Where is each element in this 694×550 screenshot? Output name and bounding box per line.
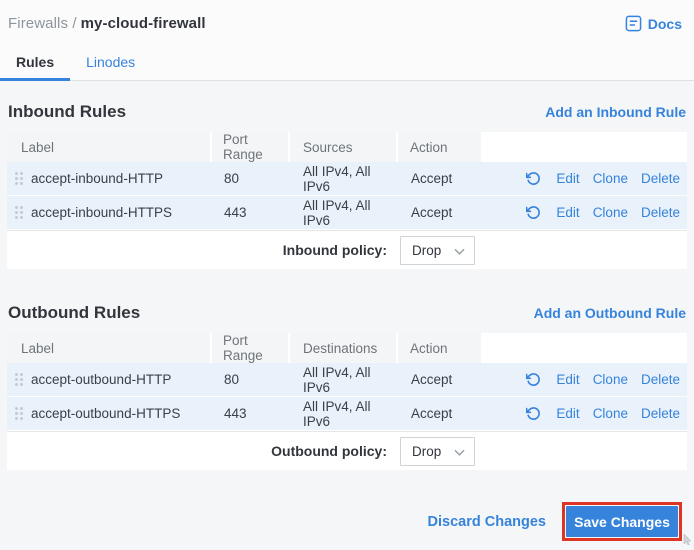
outbound-rules-table: Label Port Range Destinations Action acc…: [7, 333, 687, 470]
breadcrumb: Firewalls / my-cloud-firewall: [8, 15, 206, 32]
rule-destinations: All IPv4, All IPv6: [303, 364, 371, 395]
tab-rules[interactable]: Rules: [0, 49, 71, 81]
drag-handle-icon[interactable]: [15, 373, 23, 386]
column-header-spacer: [483, 333, 687, 363]
chevron-down-icon: [454, 444, 465, 459]
rule-action: Accept: [411, 171, 453, 186]
outbound-policy-row: Outbound policy: Drop: [7, 431, 687, 470]
column-header-label: Label: [7, 333, 212, 363]
rule-label: accept-outbound-HTTPS: [31, 406, 181, 421]
clone-link[interactable]: Clone: [593, 406, 628, 421]
delete-link[interactable]: Delete: [641, 205, 680, 220]
column-header-spacer: [483, 132, 687, 162]
rule-action: Accept: [411, 205, 453, 220]
rule-sources: All IPv4, All IPv6: [303, 163, 371, 194]
inbound-policy-value: Drop: [412, 242, 442, 258]
breadcrumb-firewalls[interactable]: Firewalls /: [8, 15, 77, 32]
discard-changes-link[interactable]: Discard Changes: [428, 514, 546, 530]
inbound-rules-table: Label Port Range Sources Action accept-i…: [7, 132, 687, 269]
docs-link[interactable]: Docs: [625, 15, 682, 32]
docs-icon: [625, 15, 642, 32]
column-header-port: Port Range: [212, 333, 290, 363]
outbound-rules-section: Outbound Rules Add an Outbound Rule Labe…: [7, 303, 687, 470]
undo-icon[interactable]: [526, 406, 541, 421]
annotation-highlight-box: Save Changes: [562, 502, 682, 541]
inbound-section-header: Inbound Rules Add an Inbound Rule: [7, 102, 687, 122]
inbound-policy-row: Inbound policy: Drop: [7, 230, 687, 269]
chevron-down-icon: [454, 243, 465, 258]
form-actions: Discard Changes Save Changes: [7, 502, 687, 541]
firewall-detail-page: Firewalls / my-cloud-firewall Docs Rules …: [0, 0, 694, 550]
inbound-rules-title: Inbound Rules: [8, 102, 127, 121]
edit-link[interactable]: Edit: [556, 205, 579, 220]
undo-icon[interactable]: [526, 205, 541, 220]
page-header: Firewalls / my-cloud-firewall Docs Rules …: [0, 0, 694, 81]
column-header-action: Action: [398, 333, 483, 363]
outbound-section-header: Outbound Rules Add an Outbound Rule: [7, 303, 687, 323]
column-header-action: Action: [398, 132, 483, 162]
column-header-destinations: Destinations: [290, 333, 398, 363]
inbound-policy-select[interactable]: Drop: [400, 235, 475, 265]
inbound-table-header: Label Port Range Sources Action: [7, 132, 687, 162]
rule-action: Accept: [411, 406, 453, 421]
outbound-policy-select[interactable]: Drop: [400, 436, 475, 466]
save-changes-button[interactable]: Save Changes: [566, 506, 678, 537]
rule-destinations: All IPv4, All IPv6: [303, 398, 371, 429]
column-header-sources: Sources: [290, 132, 398, 162]
delete-link[interactable]: Delete: [641, 372, 680, 387]
rule-label: accept-inbound-HTTP: [31, 171, 164, 186]
tab-bar: Rules Linodes: [0, 49, 694, 81]
table-row: accept-outbound-HTTP 80 All IPv4, All IP…: [7, 363, 687, 397]
mouse-cursor-icon: [683, 532, 692, 550]
clone-link[interactable]: Clone: [593, 372, 628, 387]
column-header-label: Label: [7, 132, 212, 162]
edit-link[interactable]: Edit: [556, 171, 579, 186]
table-row: accept-inbound-HTTP 80 All IPv4, All IPv…: [7, 162, 687, 196]
edit-link[interactable]: Edit: [556, 406, 579, 421]
rule-port-range: 80: [224, 372, 240, 387]
top-bar: Firewalls / my-cloud-firewall Docs: [0, 0, 694, 32]
outbound-policy-value: Drop: [412, 443, 442, 459]
outbound-rules-title: Outbound Rules: [8, 303, 141, 322]
clone-link[interactable]: Clone: [593, 205, 628, 220]
table-row: accept-outbound-HTTPS 443 All IPv4, All …: [7, 397, 687, 431]
outbound-table-header: Label Port Range Destinations Action: [7, 333, 687, 363]
rule-sources: All IPv4, All IPv6: [303, 197, 371, 228]
table-row: accept-inbound-HTTPS 443 All IPv4, All I…: [7, 196, 687, 230]
drag-handle-icon[interactable]: [15, 206, 23, 219]
rule-label: accept-outbound-HTTP: [31, 372, 172, 387]
rule-port-range: 80: [224, 171, 240, 186]
rule-label: accept-inbound-HTTPS: [31, 205, 173, 220]
main-content: Inbound Rules Add an Inbound Rule Label …: [0, 102, 694, 541]
inbound-policy-label: Inbound policy:: [282, 242, 387, 258]
tab-linodes[interactable]: Linodes: [70, 49, 151, 81]
rule-port-range: 443: [224, 205, 247, 220]
rule-action: Accept: [411, 372, 453, 387]
drag-handle-icon[interactable]: [15, 407, 23, 420]
docs-label: Docs: [647, 15, 682, 32]
rule-port-range: 443: [224, 406, 247, 421]
inbound-rules-section: Inbound Rules Add an Inbound Rule Label …: [7, 102, 687, 269]
clone-link[interactable]: Clone: [593, 171, 628, 186]
edit-link[interactable]: Edit: [556, 372, 579, 387]
delete-link[interactable]: Delete: [641, 406, 680, 421]
undo-icon[interactable]: [526, 372, 541, 387]
undo-icon[interactable]: [526, 171, 541, 186]
add-outbound-rule-link[interactable]: Add an Outbound Rule: [534, 305, 686, 321]
column-header-port: Port Range: [212, 132, 290, 162]
outbound-policy-label: Outbound policy:: [271, 443, 387, 459]
delete-link[interactable]: Delete: [641, 171, 680, 186]
drag-handle-icon[interactable]: [15, 172, 23, 185]
add-inbound-rule-link[interactable]: Add an Inbound Rule: [545, 104, 686, 120]
breadcrumb-firewall-name: my-cloud-firewall: [80, 15, 206, 32]
